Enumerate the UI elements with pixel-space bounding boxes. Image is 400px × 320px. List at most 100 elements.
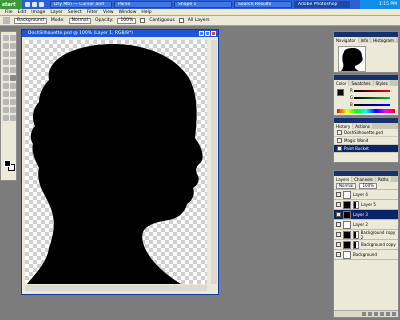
- taskbar-item-photoshop[interactable]: Adobe Photoshop: [294, 1, 350, 8]
- menu-layer[interactable]: Layer: [50, 10, 63, 15]
- history-step-selected[interactable]: Paint Bucket: [334, 145, 398, 153]
- lasso-tool-icon[interactable]: [3, 43, 9, 49]
- menu-filter[interactable]: Filter: [87, 10, 98, 15]
- eraser-tool-icon[interactable]: [3, 75, 9, 81]
- mode-select[interactable]: Normal: [68, 17, 91, 24]
- tab-styles[interactable]: Styles: [373, 80, 390, 86]
- vertical-scrollbar[interactable]: [211, 40, 217, 284]
- menu-help[interactable]: Help: [141, 10, 151, 15]
- visibility-eye-icon[interactable]: [336, 192, 341, 197]
- add-mask-icon[interactable]: [374, 312, 378, 316]
- tab-histogram[interactable]: Histogram: [371, 37, 396, 43]
- history-step[interactable]: Magic Wand: [334, 137, 398, 145]
- eyedropper-tool-icon[interactable]: [10, 107, 16, 113]
- history-snapshot[interactable]: DoshSilhouette.psd: [334, 129, 398, 137]
- canvas[interactable]: [25, 40, 207, 284]
- quick-launch-icon[interactable]: [32, 2, 37, 7]
- tab-history[interactable]: History: [334, 123, 353, 129]
- layer-row[interactable]: Layer 5: [334, 200, 398, 210]
- visibility-eye-icon[interactable]: [336, 212, 341, 217]
- taskbar-item[interactable]: Dry Mtn — Cursor and: [50, 1, 112, 8]
- horizontal-scrollbar[interactable]: [25, 285, 207, 291]
- opacity-field[interactable]: 100%: [117, 17, 137, 24]
- path-selection-tool-icon[interactable]: [3, 91, 9, 97]
- document-titlebar[interactable]: DoshSilhouette.psd @ 100% (Layer 1, RGB/…: [22, 30, 218, 37]
- hand-tool-icon[interactable]: [3, 115, 9, 121]
- move-tool-icon[interactable]: [3, 35, 9, 41]
- tool-preset-icon[interactable]: [3, 17, 10, 24]
- all-layers-checkbox[interactable]: [178, 18, 184, 23]
- pen-tool-icon[interactable]: [3, 99, 9, 105]
- taskbar-item[interactable]: Search Results: [234, 1, 292, 8]
- taskbar-item[interactable]: Parse: [114, 1, 172, 8]
- notes-tool-icon[interactable]: [3, 107, 9, 113]
- tab-layers[interactable]: Layers: [334, 176, 352, 182]
- snapshot-icon: [337, 130, 342, 135]
- paint-bucket-tool-icon[interactable]: [10, 75, 16, 81]
- layer-style-icon[interactable]: [368, 312, 372, 316]
- layer-row[interactable]: Background copy 2: [334, 230, 398, 240]
- new-layer-icon[interactable]: [386, 312, 390, 316]
- visibility-eye-icon[interactable]: [336, 232, 341, 237]
- visibility-eye-icon[interactable]: [336, 252, 341, 257]
- shape-tool-icon[interactable]: [10, 99, 16, 105]
- tab-channels[interactable]: Channels: [352, 176, 375, 182]
- foreground-color-swatch[interactable]: [4, 160, 11, 167]
- visibility-eye-icon[interactable]: [336, 242, 341, 247]
- healing-tool-icon[interactable]: [3, 59, 9, 65]
- stamp-tool-icon[interactable]: [3, 67, 9, 73]
- blend-mode-select[interactable]: Normal: [336, 182, 357, 189]
- navigator-preview: [339, 47, 365, 71]
- green-slider[interactable]: [354, 97, 390, 99]
- blue-slider[interactable]: [354, 104, 390, 106]
- minimize-icon[interactable]: [199, 31, 204, 36]
- menu-file[interactable]: File: [5, 10, 13, 15]
- color-fg-swatch[interactable]: [337, 89, 344, 96]
- close-icon[interactable]: [211, 31, 216, 36]
- new-group-icon[interactable]: [380, 312, 384, 316]
- menu-select[interactable]: Select: [68, 10, 82, 15]
- tab-color[interactable]: Color: [334, 80, 349, 86]
- visibility-eye-icon[interactable]: [336, 222, 341, 227]
- start-button[interactable]: start: [0, 0, 22, 9]
- crop-tool-icon[interactable]: [3, 51, 9, 57]
- tab-paths[interactable]: Paths: [375, 176, 391, 182]
- brush-tool-icon[interactable]: [10, 59, 16, 65]
- quick-launch-icon[interactable]: [25, 2, 30, 7]
- menu-window[interactable]: Window: [119, 10, 137, 15]
- marquee-tool-icon[interactable]: [10, 35, 16, 41]
- layer-row[interactable]: Background: [334, 250, 398, 260]
- visibility-eye-icon[interactable]: [336, 202, 341, 207]
- menu-view[interactable]: View: [103, 10, 114, 15]
- layer-row-selected[interactable]: Layer 3: [334, 210, 398, 220]
- magic-wand-tool-icon[interactable]: [10, 43, 16, 49]
- tab-actions[interactable]: Actions: [353, 123, 372, 129]
- fill-source-select[interactable]: Background: [14, 17, 47, 24]
- quick-launch-icon[interactable]: [39, 2, 44, 7]
- tab-swatches[interactable]: Swatches: [349, 80, 373, 86]
- layer-row[interactable]: Background copy: [334, 240, 398, 250]
- layer-opacity-field[interactable]: 100%: [359, 182, 377, 189]
- dodge-tool-icon[interactable]: [10, 83, 16, 89]
- menu-edit[interactable]: Edit: [18, 10, 27, 15]
- layer-row[interactable]: Layer 2: [334, 220, 398, 230]
- document-window: DoshSilhouette.psd @ 100% (Layer 1, RGB/…: [21, 29, 219, 295]
- maximize-icon[interactable]: [205, 31, 210, 36]
- menu-image[interactable]: Image: [31, 10, 45, 15]
- type-tool-icon[interactable]: [10, 91, 16, 97]
- red-slider[interactable]: [354, 90, 390, 92]
- layer-row[interactable]: Layer 4: [334, 190, 398, 200]
- history-brush-tool-icon[interactable]: [10, 67, 16, 73]
- tab-info[interactable]: Info: [358, 37, 371, 43]
- color-ramp[interactable]: [337, 109, 395, 113]
- contiguous-checkbox[interactable]: [140, 18, 146, 23]
- navigator-thumbnail[interactable]: [338, 46, 366, 72]
- taskbar-item[interactable]: Shape 1: [174, 1, 232, 8]
- slice-tool-icon[interactable]: [10, 51, 16, 57]
- history-item-label: DoshSilhouette.psd: [344, 130, 383, 135]
- zoom-tool-icon[interactable]: [10, 115, 16, 121]
- blur-tool-icon[interactable]: [3, 83, 9, 89]
- trash-icon[interactable]: [392, 312, 396, 316]
- link-layers-icon[interactable]: [362, 312, 366, 316]
- tab-navigator[interactable]: Navigator: [334, 37, 358, 43]
